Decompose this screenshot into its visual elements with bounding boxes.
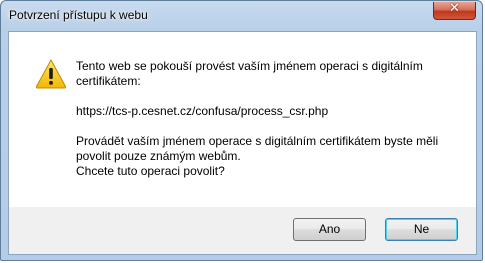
close-button[interactable]: ✕ [433,1,476,20]
message-url: https://tcs-p.cesnet.cz/confusa/process_… [76,104,329,118]
dialog-body: Tento web se pokouší provést vaším jméne… [8,31,477,255]
message-line2: Provádět vaším jménem operace s digitáln… [76,134,439,163]
close-icon: ✕ [449,1,460,16]
message-area: Tento web se pokouší provést vaším jméne… [9,32,476,207]
yes-button[interactable]: Ano [293,218,366,241]
dialog-window: Potvrzení přístupu k webu ✕ Tento web se… [0,0,483,261]
message-line1: Tento web se pokouší provést vaším jméne… [76,59,423,88]
window-title: Potvrzení přístupu k webu [9,8,148,22]
no-button[interactable]: Ne [385,218,458,241]
warning-icon [35,58,67,89]
message-line3: Chcete tuto operaci povolit? [76,164,225,178]
title-bar[interactable]: Potvrzení přístupu k webu ✕ [1,1,482,31]
message-text: Tento web se pokouší provést vaším jméne… [76,59,466,179]
